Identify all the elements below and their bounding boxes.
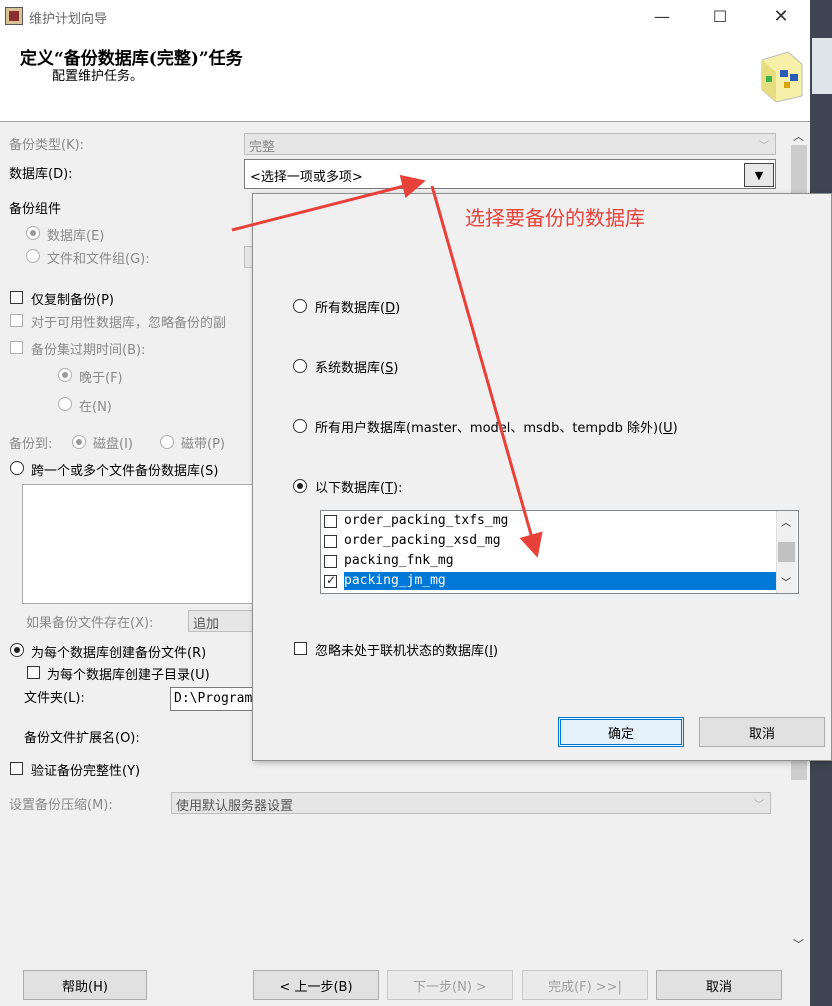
backup-files-list[interactable] xyxy=(22,484,262,604)
scroll-down-icon[interactable]: ﹀ xyxy=(781,574,791,589)
option-system-databases-label: 系统数据库(S) xyxy=(315,361,399,376)
window-title: 维护计划向导 xyxy=(29,12,108,27)
list-scrollbar-thumb[interactable] xyxy=(778,542,795,562)
backup-component-label: 备份组件 xyxy=(9,202,62,217)
list-item-checkbox[interactable] xyxy=(324,515,337,528)
database-select-value: <选择一项或多项> xyxy=(250,170,363,185)
list-item-selected[interactable]: packing_jm_mg xyxy=(321,571,777,591)
expire-label: 备份集过期时间(B): xyxy=(31,343,146,358)
database-label: 数据库(D): xyxy=(9,167,73,182)
compression-select: 使用默认服务器设置 ﹀ xyxy=(171,792,771,814)
scroll-up-icon[interactable]: ︿ xyxy=(793,128,804,144)
verify-checkbox[interactable] xyxy=(10,762,23,775)
ag-checkbox[interactable] xyxy=(10,314,23,327)
expire-checkbox[interactable] xyxy=(10,341,23,354)
option-user-databases-radio[interactable] xyxy=(293,419,307,433)
folder-input[interactable]: D:\Program xyxy=(170,687,260,711)
span-files-label: 跨一个或多个文件备份数据库(S) xyxy=(31,464,219,479)
backup-disk-radio[interactable] xyxy=(72,435,86,449)
cancel-button[interactable]: 取消 xyxy=(656,970,782,1000)
finish-button[interactable]: 完成(F) >>| xyxy=(522,970,648,1000)
list-item[interactable]: order_packing_xsd_mg xyxy=(321,531,777,551)
triangle-down-icon: ▼ xyxy=(754,168,764,182)
backup-disk-label: 磁盘(I) xyxy=(93,437,133,452)
app-icon xyxy=(5,7,23,25)
ok-button[interactable]: 确定 xyxy=(558,717,684,747)
wizard-icon xyxy=(761,51,803,103)
extension-label: 备份文件扩展名(O): xyxy=(24,731,140,746)
dialog-cancel-button[interactable]: 取消 xyxy=(699,717,825,747)
ag-label: 对于可用性数据库，忽略备份的副 xyxy=(31,316,227,331)
if-exists-label: 如果备份文件存在(X): xyxy=(26,616,154,631)
span-files-radio[interactable] xyxy=(10,461,24,475)
compression-label: 设置备份压缩(M): xyxy=(9,798,113,813)
scroll-down-icon[interactable]: ﹀ xyxy=(793,936,804,952)
backup-type-select: 完整 ﹀ xyxy=(244,133,776,155)
per-db-subdir-label: 为每个数据库创建子目录(U) xyxy=(47,668,210,683)
ignore-offline-checkbox[interactable] xyxy=(294,642,307,655)
backup-type-value: 完整 xyxy=(249,140,276,155)
backup-tape-label: 磁带(P) xyxy=(181,437,225,452)
list-item-label: packing_fnk_mg xyxy=(344,553,454,568)
component-database-label: 数据库(E) xyxy=(47,229,105,244)
next-button[interactable]: 下一步(N) > xyxy=(387,970,513,1000)
component-files-label: 文件和文件组(G): xyxy=(47,252,150,267)
database-list[interactable]: order_packing_txfs_mg order_packing_xsd_… xyxy=(320,510,799,594)
folder-label: 文件夹(L): xyxy=(24,691,85,706)
list-item-checkbox[interactable] xyxy=(324,555,337,568)
chevron-down-icon: ﹀ xyxy=(754,800,764,811)
expire-on-label: 在(N) xyxy=(79,400,112,415)
help-button[interactable]: 帮助(H) xyxy=(23,970,147,1000)
if-exists-select: 追加 xyxy=(188,610,260,632)
ignore-offline-label: 忽略未处于联机状态的数据库(I) xyxy=(315,644,499,659)
list-item-checkbox-checked[interactable] xyxy=(324,573,337,588)
copy-only-checkbox[interactable] xyxy=(10,291,23,304)
list-item-checkbox[interactable] xyxy=(324,535,337,548)
option-system-databases-radio[interactable] xyxy=(293,359,307,373)
option-all-databases-label: 所有数据库(D) xyxy=(315,301,401,316)
per-db-file-label: 为每个数据库创建备份文件(R) xyxy=(31,646,207,661)
database-select[interactable]: <选择一项或多项> xyxy=(244,159,776,189)
option-all-databases-radio[interactable] xyxy=(293,299,307,313)
wizard-header: 定义“备份数据库(完整)”任务 配置维护任务。 xyxy=(0,32,810,122)
annotation-text: 选择要备份的数据库 xyxy=(465,206,645,230)
title-bar: 维护计划向导 — ☐ ✕ xyxy=(0,0,810,32)
copy-only-label: 仅复制备份(P) xyxy=(31,293,114,308)
option-these-databases-radio[interactable] xyxy=(293,479,307,493)
list-item[interactable]: packing_fnk_mg xyxy=(321,551,777,571)
backup-type-label: 备份类型(K): xyxy=(9,138,85,153)
list-item-label: order_packing_txfs_mg xyxy=(344,513,509,528)
per-db-subdir-checkbox[interactable] xyxy=(27,666,40,679)
background-window-strip xyxy=(812,38,832,94)
expire-after-label: 晚于(F) xyxy=(79,371,123,386)
component-files-radio[interactable] xyxy=(26,249,40,263)
previous-button[interactable]: < 上一步(B) xyxy=(253,970,379,1000)
page-subtitle: 配置维护任务。 xyxy=(52,69,144,84)
minimize-button[interactable]: — xyxy=(639,0,685,32)
backup-tape-radio[interactable] xyxy=(160,435,174,449)
chevron-down-icon: ﹀ xyxy=(759,141,769,152)
expire-after-radio[interactable] xyxy=(58,368,72,382)
per-db-file-radio[interactable] xyxy=(10,643,24,657)
close-button[interactable]: ✕ xyxy=(758,0,804,32)
component-database-radio[interactable] xyxy=(26,226,40,240)
backup-to-label: 备份到: xyxy=(9,437,53,452)
option-user-databases-label: 所有用户数据库(master、model、msdb、tempdb 除外)(U) xyxy=(315,421,678,436)
list-item[interactable]: order_packing_txfs_mg xyxy=(321,511,777,531)
scroll-up-icon[interactable]: ︿ xyxy=(781,514,791,529)
list-item-label: order_packing_xsd_mg xyxy=(344,533,501,548)
maximize-button[interactable]: ☐ xyxy=(697,0,743,32)
database-dropdown-button[interactable]: ▼ xyxy=(744,163,774,187)
verify-label: 验证备份完整性(Y) xyxy=(31,764,141,779)
compression-value: 使用默认服务器设置 xyxy=(176,799,294,814)
list-item-label: packing_jm_mg xyxy=(344,572,777,590)
expire-on-radio[interactable] xyxy=(58,397,72,411)
option-these-databases-label: 以下数据库(T): xyxy=(315,481,403,496)
